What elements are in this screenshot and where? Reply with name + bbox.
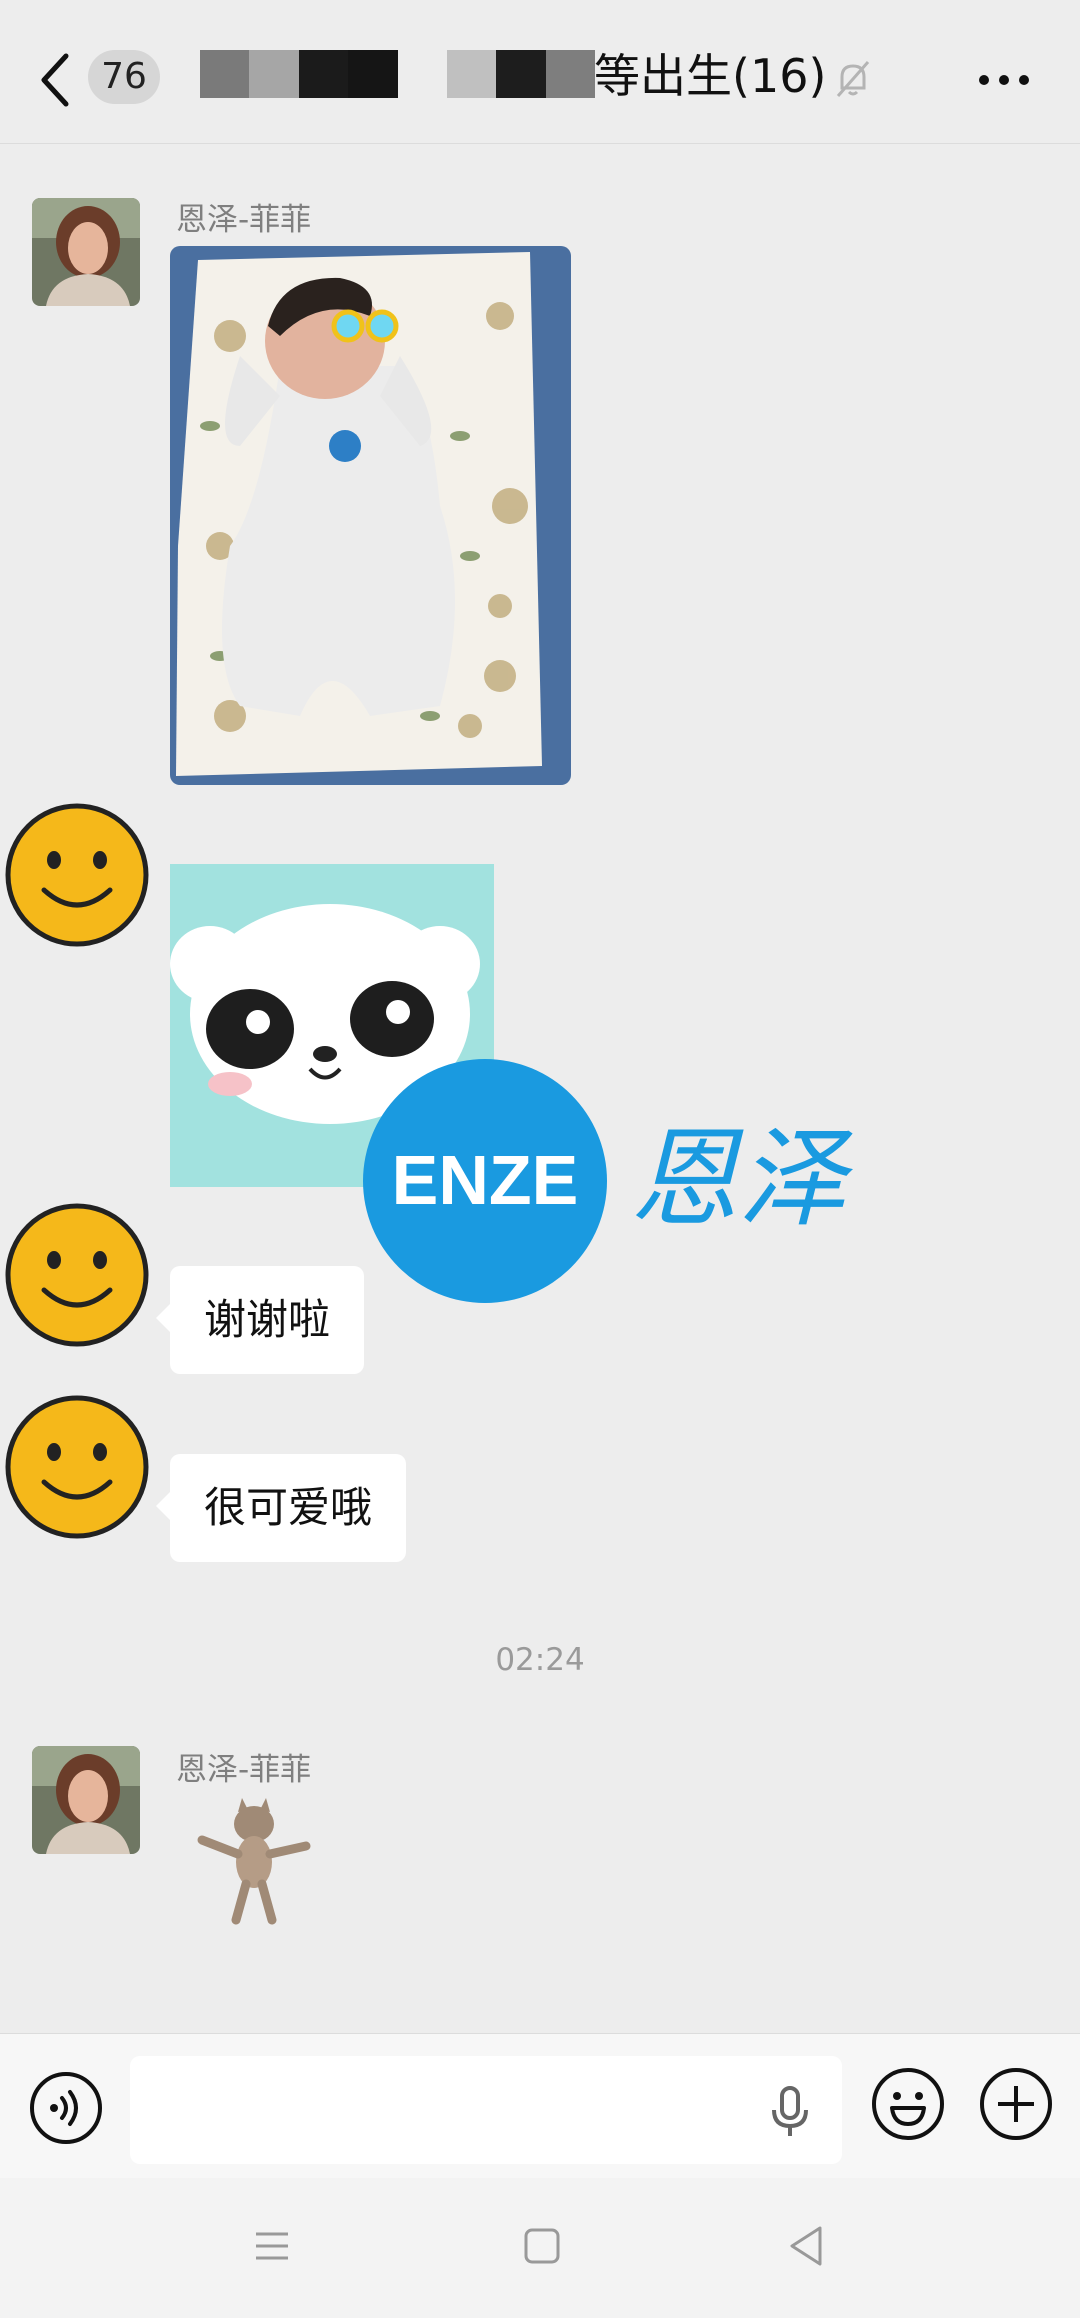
smiley-avatar-icon[interactable] [4, 1394, 150, 1540]
watermark-logo-text: ENZE [392, 1141, 579, 1219]
text-message-bubble[interactable]: 谢谢啦 [155, 1266, 365, 1374]
smiley-avatar-icon[interactable] [4, 1202, 150, 1348]
microphone-icon[interactable] [770, 2086, 810, 2138]
redacted-group-name [200, 50, 595, 98]
chat-title: 等出生(16) [594, 49, 827, 103]
message-timestamp: 02:24 [495, 1642, 585, 1678]
enze-watermark-logo: ENZE 恩泽 [360, 1056, 920, 1306]
sender-avatar[interactable] [32, 1746, 140, 1854]
sender-name: 恩泽-菲菲 [176, 1752, 312, 1788]
sender-avatar[interactable] [32, 198, 140, 306]
back-chevron-icon[interactable] [36, 50, 76, 110]
recent-apps-icon[interactable] [252, 2226, 292, 2266]
more-dots-icon[interactable] [976, 62, 1032, 98]
message-input[interactable] [130, 2056, 842, 2164]
dancing-cat-sticker[interactable] [196, 1796, 312, 1926]
message-input-bar [0, 2033, 1080, 2179]
plus-icon[interactable] [978, 2066, 1054, 2142]
back-triangle-icon[interactable] [786, 2224, 826, 2268]
unread-count-badge[interactable]: 76 [88, 50, 160, 104]
sender-name: 恩泽-菲菲 [176, 202, 312, 238]
smiley-avatar-icon[interactable] [4, 802, 150, 948]
chat-header: 76 等出生(16) [0, 0, 1080, 144]
emoji-icon[interactable] [870, 2066, 946, 2142]
system-navigation-bar [0, 2178, 1080, 2318]
voice-mode-icon[interactable] [28, 2070, 104, 2146]
watermark-chinese-text: 恩泽 [630, 1117, 854, 1242]
bell-off-icon [836, 61, 870, 97]
home-icon[interactable] [522, 2226, 562, 2266]
text-message-bubble[interactable]: 很可爱哦 [155, 1454, 407, 1562]
baby-photo-message[interactable] [170, 246, 571, 785]
